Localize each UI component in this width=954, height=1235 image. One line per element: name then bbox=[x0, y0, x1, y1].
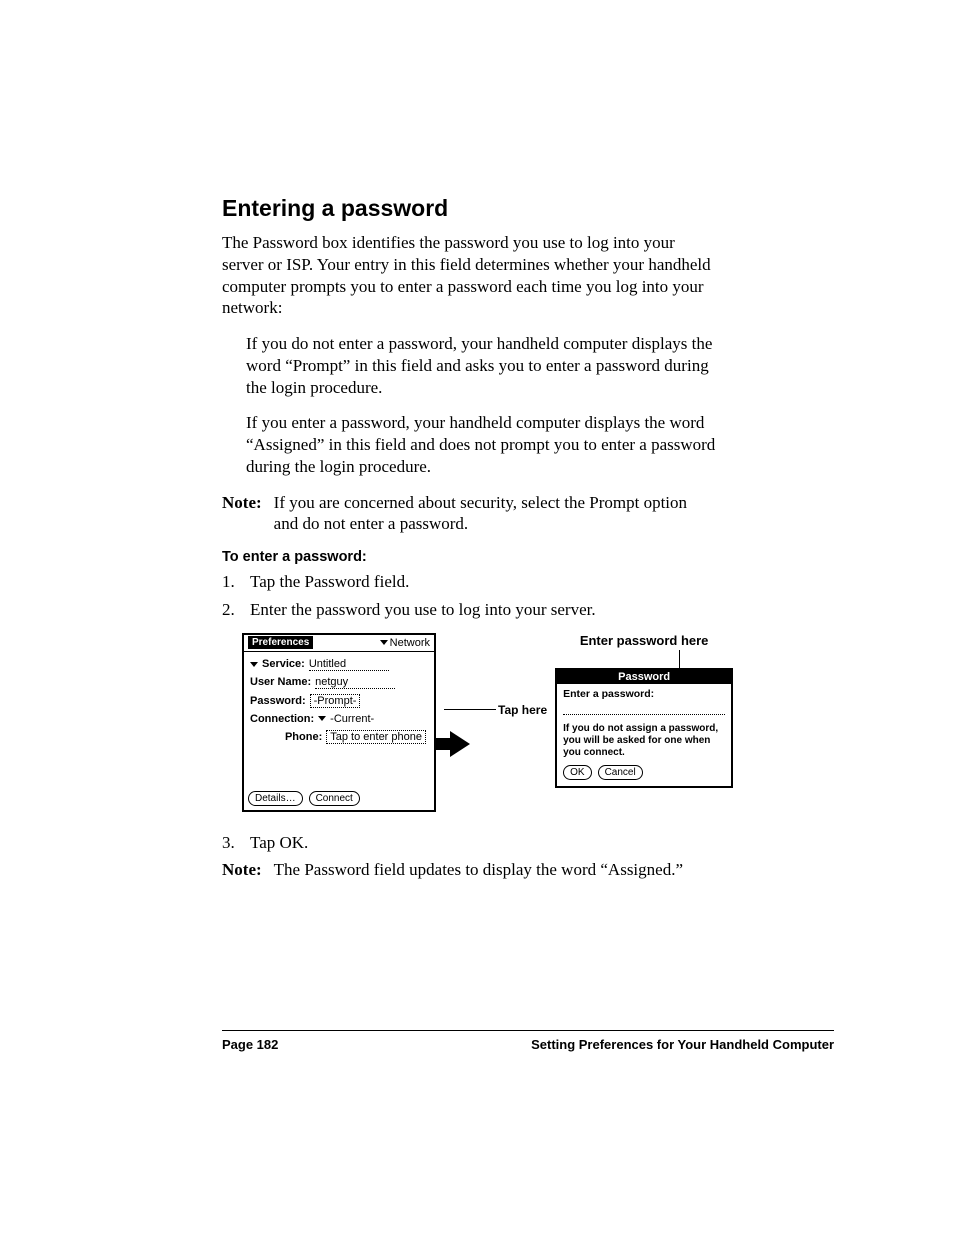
chevron-down-icon bbox=[380, 640, 388, 645]
note-label: Note: bbox=[222, 492, 262, 536]
preferences-body: Service: Untitled User Name: netguy Pass… bbox=[244, 652, 434, 744]
password-label: Password: bbox=[250, 695, 306, 707]
service-value[interactable]: Untitled bbox=[309, 658, 389, 671]
phone-row: Phone: Tap to enter phone bbox=[250, 730, 428, 744]
step-text: Tap OK. bbox=[250, 832, 308, 854]
intro-paragraph: The Password box identifies the password… bbox=[222, 232, 712, 319]
preferences-title: Preferences bbox=[248, 636, 313, 649]
password-input[interactable] bbox=[563, 704, 725, 715]
phone-label: Phone: bbox=[285, 731, 322, 743]
step-1: 1. Tap the Password field. bbox=[222, 571, 834, 593]
tap-here-label: Tap here bbox=[498, 703, 547, 717]
password-row: Password: -Prompt- bbox=[250, 694, 428, 708]
procedure-list: 1. Tap the Password field. 2. Enter the … bbox=[222, 571, 834, 621]
details-button[interactable]: Details… bbox=[248, 791, 303, 806]
arrow-icon bbox=[450, 731, 470, 757]
section-heading: Entering a password bbox=[222, 195, 834, 222]
preferences-buttons: Details… Connect bbox=[248, 791, 360, 806]
password-dialog-column: Enter password here Password Enter a pas… bbox=[555, 633, 733, 788]
connection-row: Connection: -Current- bbox=[250, 713, 428, 725]
note-text: The Password field updates to display th… bbox=[274, 859, 683, 881]
chapter-title: Setting Preferences for Your Handheld Co… bbox=[531, 1037, 834, 1052]
username-value[interactable]: netguy bbox=[315, 676, 395, 689]
step-3: 3. Tap OK. bbox=[222, 832, 834, 854]
username-label: User Name: bbox=[250, 676, 311, 688]
dialog-title: Password bbox=[557, 670, 731, 684]
page-footer: Page 182 Setting Preferences for Your Ha… bbox=[222, 1030, 834, 1052]
behavior-assigned-paragraph: If you enter a password, your handheld c… bbox=[246, 412, 716, 477]
chevron-down-icon bbox=[250, 662, 258, 667]
procedure-subhead: To enter a password: bbox=[222, 549, 834, 565]
ok-button[interactable]: OK bbox=[563, 765, 591, 780]
note-text: If you are concerned about security, sel… bbox=[274, 492, 712, 536]
page-content: Entering a password The Password box ide… bbox=[0, 0, 954, 881]
connection-label: Connection: bbox=[250, 713, 314, 725]
step-text: Enter the password you use to log into y… bbox=[250, 599, 596, 621]
step-number: 2. bbox=[222, 599, 240, 621]
step-2: 2. Enter the password you use to log int… bbox=[222, 599, 834, 621]
chevron-down-icon bbox=[318, 716, 326, 721]
figure: Preferences Network Service: Untitled Us… bbox=[242, 633, 834, 812]
dialog-prompt: Enter a password: bbox=[563, 688, 725, 700]
connect-button[interactable]: Connect bbox=[309, 791, 360, 806]
dialog-hint: If you do not assign a password, you wil… bbox=[563, 723, 725, 759]
category-selector[interactable]: Network bbox=[380, 637, 430, 649]
dialog-caption: Enter password here bbox=[580, 633, 709, 648]
category-label: Network bbox=[390, 637, 430, 649]
page-number: Page 182 bbox=[222, 1037, 278, 1052]
service-label: Service: bbox=[262, 658, 305, 670]
password-field[interactable]: -Prompt- bbox=[310, 694, 361, 708]
security-note: Note: If you are concerned about securit… bbox=[222, 492, 712, 536]
leader-line bbox=[679, 650, 680, 668]
note-label: Note: bbox=[222, 859, 262, 881]
password-dialog: Password Enter a password: If you do not… bbox=[555, 668, 733, 788]
result-note: Note: The Password field updates to disp… bbox=[222, 859, 712, 881]
connection-value[interactable]: -Current- bbox=[330, 713, 374, 725]
tap-here-callout: Tap here bbox=[444, 633, 547, 757]
procedure-list-continued: 3. Tap OK. bbox=[222, 832, 834, 854]
service-row: Service: Untitled bbox=[250, 658, 428, 671]
preferences-screen: Preferences Network Service: Untitled Us… bbox=[242, 633, 436, 812]
step-number: 1. bbox=[222, 571, 240, 593]
cancel-button[interactable]: Cancel bbox=[598, 765, 643, 780]
phone-field[interactable]: Tap to enter phone bbox=[326, 730, 426, 744]
behavior-prompt-paragraph: If you do not enter a password, your han… bbox=[246, 333, 716, 398]
step-number: 3. bbox=[222, 832, 240, 854]
username-row: User Name: netguy bbox=[250, 676, 428, 689]
step-text: Tap the Password field. bbox=[250, 571, 409, 593]
preferences-titlebar: Preferences Network bbox=[244, 635, 434, 652]
leader-line bbox=[444, 709, 496, 710]
